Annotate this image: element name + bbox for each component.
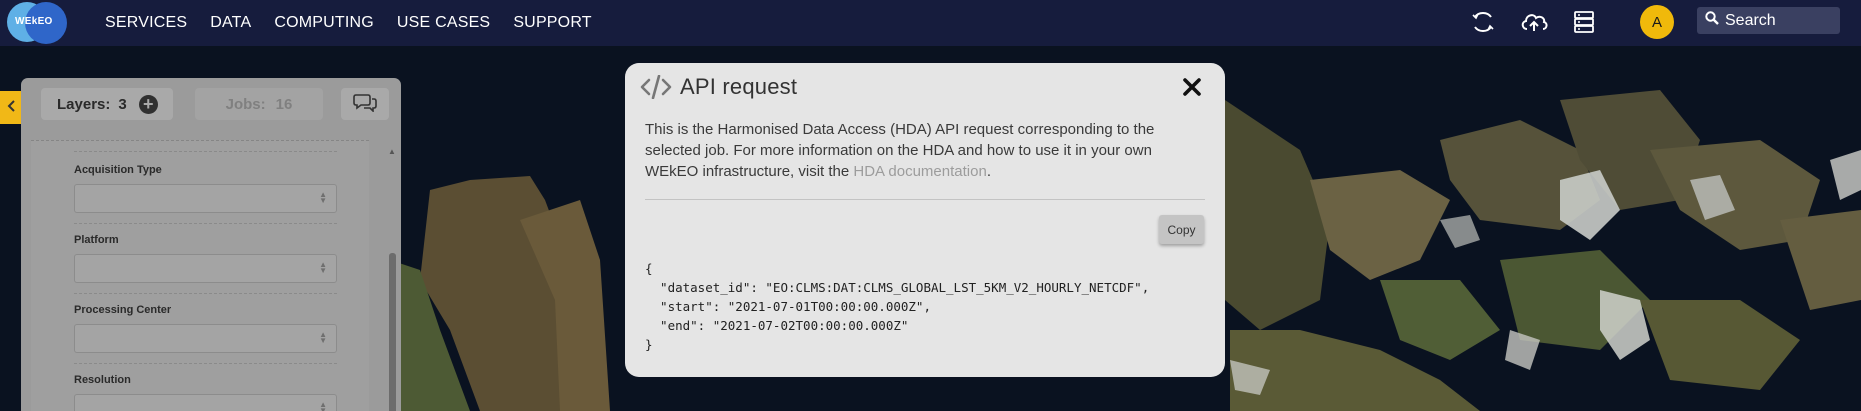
resolution-select[interactable]: ▲ ▼ xyxy=(74,394,337,411)
field-label: Processing Center xyxy=(74,304,172,316)
panel-tabs: Layers: 3 + Jobs: 16 xyxy=(31,88,361,120)
divider xyxy=(74,223,337,224)
acquisition-type-select[interactable]: ▲ ▼ xyxy=(74,184,337,213)
add-layer-icon[interactable]: + xyxy=(138,94,158,114)
scrollbar-thumb[interactable] xyxy=(389,253,396,411)
field-label: Platform xyxy=(74,234,119,246)
divider xyxy=(74,151,337,152)
platform-field: Platform ▲ ▼ xyxy=(74,234,337,283)
description-end: . xyxy=(986,163,991,180)
modal-title: API request xyxy=(680,74,798,99)
main-menu: SERVICES DATA COMPUTING USE CASES SUPPOR… xyxy=(105,0,615,46)
chat-button[interactable] xyxy=(341,88,389,120)
platform-select[interactable]: ▲ ▼ xyxy=(74,254,337,283)
layers-label: Layers: xyxy=(57,95,111,113)
search-icon xyxy=(1705,11,1719,30)
nav-item-data[interactable]: DATA xyxy=(210,14,251,32)
close-icon[interactable] xyxy=(1180,75,1204,99)
nav-item-services[interactable]: SERVICES xyxy=(105,14,187,32)
logo-text: WEkEO xyxy=(15,16,53,27)
api-request-code[interactable]: { "dataset_id": "EO:CLMS:DAT:CLMS_GLOBAL… xyxy=(645,259,1149,354)
chevron-left-icon xyxy=(7,99,15,117)
tab-layers[interactable]: Layers: 3 + xyxy=(41,88,173,120)
processing-center-field: Processing Center ▲ ▼ xyxy=(74,304,337,353)
modal-header: API request xyxy=(640,74,797,100)
processing-center-select[interactable]: ▲ ▼ xyxy=(74,324,337,353)
modal-divider xyxy=(645,199,1205,200)
select-arrows-icon: ▲ ▼ xyxy=(319,400,327,411)
divider xyxy=(74,363,337,364)
nav-item-computing[interactable]: COMPUTING xyxy=(274,14,374,32)
code-line: "start": "2021-07-01T00:00:00.000Z", xyxy=(645,299,931,314)
nav-item-use-cases[interactable]: USE CASES xyxy=(397,14,490,32)
chat-icon xyxy=(353,92,377,117)
top-navbar: WEkEO SERVICES DATA COMPUTING USE CASES … xyxy=(0,0,1861,46)
jobs-label: Jobs: xyxy=(225,95,266,113)
modal-description: This is the Harmonised Data Access (HDA)… xyxy=(645,119,1205,182)
select-arrows-icon: ▲ ▼ xyxy=(319,190,327,205)
user-avatar[interactable]: A xyxy=(1640,5,1674,39)
filter-form: Acquisition Type ▲ ▼ Platform ▲ ▼ Processi… xyxy=(31,140,369,411)
nav-item-support[interactable]: SUPPORT xyxy=(513,14,591,32)
hda-documentation-link[interactable]: HDA documentation xyxy=(853,163,986,180)
scroll-up-icon[interactable]: ▲ xyxy=(388,147,396,156)
layers-count: 3 xyxy=(118,95,127,113)
resolution-field: Resolution ▲ ▼ xyxy=(74,374,337,411)
jobs-count: 16 xyxy=(275,95,293,113)
sync-icon[interactable] xyxy=(1470,9,1496,35)
panel-scrollbar[interactable]: ▲ xyxy=(388,147,396,411)
acquisition-type-field: Acquisition Type ▲ ▼ xyxy=(74,164,337,213)
search-label: Search xyxy=(1725,11,1776,29)
layers-side-panel: Layers: 3 + Jobs: 16 Acquisition Type ▲ ▼… xyxy=(21,78,401,411)
divider xyxy=(74,293,337,294)
code-icon xyxy=(640,74,672,100)
api-request-modal: API request This is the Harmonised Data … xyxy=(625,63,1225,377)
code-line: } xyxy=(645,337,653,352)
tab-jobs[interactable]: Jobs: 16 xyxy=(195,88,323,120)
code-line: "dataset_id": "EO:CLMS:DAT:CLMS_GLOBAL_L… xyxy=(645,280,1150,295)
wekeo-logo[interactable]: WEkEO xyxy=(7,1,67,45)
avatar-initial: A xyxy=(1651,13,1662,31)
field-label: Resolution xyxy=(74,374,131,386)
code-line: { xyxy=(645,261,653,276)
select-arrows-icon: ▲ ▼ xyxy=(319,260,327,275)
code-line: "end": "2021-07-02T00:00:00.000Z" xyxy=(645,318,909,333)
copy-button-label: Copy xyxy=(1167,222,1196,237)
panel-collapse-toggle[interactable] xyxy=(0,91,21,124)
select-arrows-icon: ▲ ▼ xyxy=(319,330,327,345)
cloud-upload-icon[interactable] xyxy=(1519,9,1549,35)
field-label: Acquisition Type xyxy=(74,164,162,176)
search-box[interactable]: Search xyxy=(1697,7,1840,34)
copy-button[interactable]: Copy xyxy=(1159,215,1204,244)
server-icon[interactable] xyxy=(1571,9,1597,35)
